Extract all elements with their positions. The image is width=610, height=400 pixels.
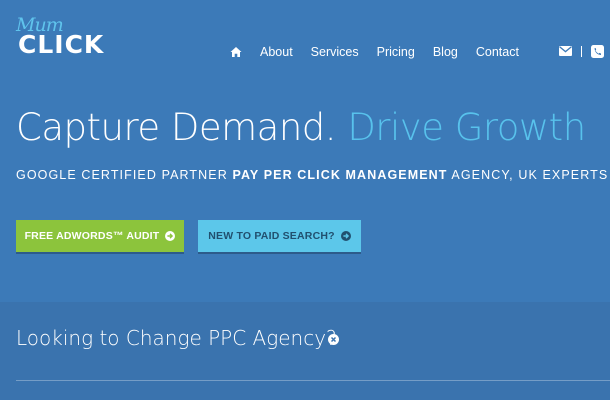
nav-services[interactable]: Services (311, 45, 359, 59)
hero-subtitle: GOOGLE CERTIFIED PARTNER PAY PER CLICK M… (16, 168, 608, 182)
nav-blog[interactable]: Blog (433, 45, 458, 59)
change-agency-band: Looking to Change PPC Agency? (0, 302, 610, 400)
hero-title-main: Capture Demand. (16, 106, 337, 149)
nav-about[interactable]: About (260, 45, 293, 59)
circle-arrow-right-icon (340, 231, 351, 241)
home-icon (230, 47, 242, 57)
close-icon[interactable] (328, 334, 339, 345)
subtitle-post: AGENCY, UK EXPERTS (447, 168, 609, 182)
logo[interactable]: Mum CLICK (16, 14, 126, 60)
site-header: Mum CLICK About Services Pricing Blog Co… (0, 0, 610, 90)
hero-title: Capture Demand. Drive Growth (16, 106, 586, 149)
subtitle-bold: PAY PER CLICK MANAGEMENT (232, 168, 448, 182)
envelope-icon[interactable] (559, 46, 572, 56)
logo-word: CLICK (18, 30, 105, 59)
contact-icons (559, 44, 604, 58)
free-adwords-audit-button[interactable]: FREE ADWORDS™ AUDIT (16, 220, 184, 252)
audit-button-label: FREE ADWORDS™ AUDIT (24, 230, 160, 242)
nav-home[interactable] (230, 46, 242, 58)
circle-arrow-right-icon (165, 231, 176, 241)
hero-title-accent: Drive Growth (347, 106, 586, 149)
nav-pricing[interactable]: Pricing (377, 45, 415, 59)
main-nav: About Services Pricing Blog Contact (230, 44, 519, 60)
band-divider (16, 380, 610, 381)
nav-contact[interactable]: Contact (476, 45, 519, 59)
new-to-paid-search-button[interactable]: NEW TO PAID SEARCH? (198, 220, 361, 252)
subtitle-pre: GOOGLE CERTIFIED PARTNER (16, 168, 233, 182)
new-button-label: NEW TO PAID SEARCH? (208, 230, 335, 242)
icon-divider (581, 45, 582, 57)
band-title: Looking to Change PPC Agency? (16, 326, 337, 350)
phone-icon[interactable] (591, 44, 604, 58)
